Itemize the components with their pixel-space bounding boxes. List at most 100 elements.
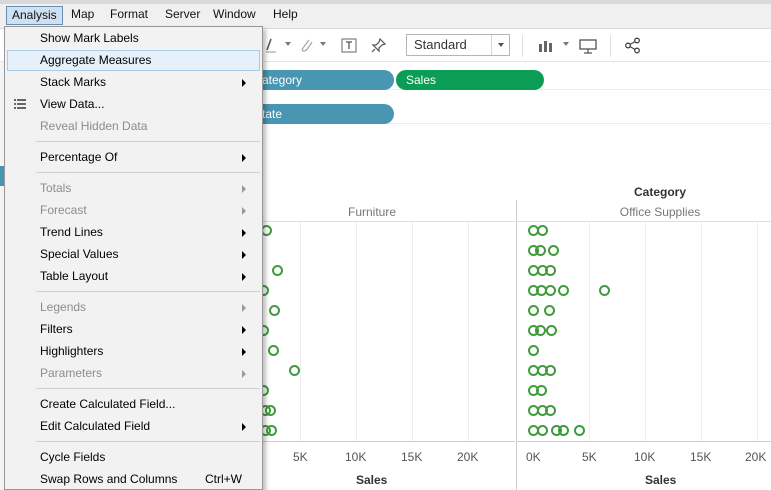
scatter-mark[interactable] <box>528 345 539 356</box>
column-header-office-supplies[interactable]: Office Supplies <box>560 205 760 219</box>
presentation-icon[interactable] <box>579 37 597 54</box>
scatter-mark[interactable] <box>528 305 539 316</box>
menu-item-trend-lines[interactable]: Trend Lines <box>7 222 260 243</box>
chevron-down-icon[interactable] <box>491 35 509 55</box>
menu-item-highlighters[interactable]: Highlighters <box>7 341 260 362</box>
submenu-arrow-icon <box>242 348 246 356</box>
menu-analysis[interactable]: Analysis <box>6 6 63 25</box>
x-tick-label: 0K <box>526 450 541 464</box>
scatter-mark[interactable] <box>536 385 547 396</box>
menu-help[interactable]: Help <box>268 6 303 25</box>
menu-item-label: Stack Marks <box>40 75 107 89</box>
x-tick-label: 15K <box>690 450 712 464</box>
toolbar-divider <box>610 35 611 57</box>
x-tick-label: 10K <box>634 450 656 464</box>
menu-item-label: Create Calculated Field... <box>40 397 176 411</box>
scatter-mark[interactable] <box>537 425 548 436</box>
show-me-dropdown-caret[interactable] <box>563 42 569 46</box>
scatter-mark[interactable] <box>289 365 300 376</box>
menu-format[interactable]: Format <box>105 6 153 25</box>
fit-select[interactable]: Standard <box>406 34 510 56</box>
pin-icon[interactable] <box>370 37 388 54</box>
menu-item-stack-marks[interactable]: Stack Marks <box>7 72 260 93</box>
table-icon <box>14 99 26 109</box>
submenu-arrow-icon <box>242 251 246 259</box>
scatter-mark[interactable] <box>268 345 279 356</box>
scatter-mark[interactable] <box>265 405 276 416</box>
text-box-icon[interactable] <box>340 37 358 54</box>
pen-icon[interactable] <box>263 37 281 54</box>
menu-item-swap-rows-and-columns[interactable]: Swap Rows and Columns Ctrl+W <box>7 469 260 490</box>
state-pill[interactable]: tate <box>252 104 394 124</box>
submenu-arrow-icon <box>242 207 246 215</box>
scatter-mark[interactable] <box>535 325 546 336</box>
menu-item-edit-calculated-field[interactable]: Edit Calculated Field <box>7 416 260 437</box>
menu-bar: Analysis Map Format Server Window Help <box>0 0 771 29</box>
submenu-arrow-icon <box>242 79 246 87</box>
scatter-mark[interactable] <box>545 365 556 376</box>
scatter-mark[interactable] <box>544 305 555 316</box>
menu-item-view-data[interactable]: View Data... <box>7 94 260 115</box>
scatter-mark[interactable] <box>599 285 610 296</box>
gridline <box>645 222 646 442</box>
menu-item-label: Percentage Of <box>40 150 118 164</box>
menu-item-percentage-of[interactable]: Percentage Of <box>7 147 260 168</box>
x-tick-label: 5K <box>293 450 308 464</box>
scatter-mark[interactable] <box>558 425 569 436</box>
submenu-arrow-icon <box>242 229 246 237</box>
menu-item-label: Trend Lines <box>40 225 103 239</box>
menu-map[interactable]: Map <box>66 6 99 25</box>
scatter-mark[interactable] <box>269 305 280 316</box>
paperclip-icon[interactable] <box>298 37 316 54</box>
x-tick-label: 20K <box>745 450 767 464</box>
menu-item-table-layout[interactable]: Table Layout <box>7 266 260 287</box>
menu-item-label: Edit Calculated Field <box>40 419 151 433</box>
scatter-mark[interactable] <box>546 325 557 336</box>
scatter-mark[interactable] <box>545 265 556 276</box>
show-me-icon[interactable] <box>537 37 555 54</box>
columns-shelf[interactable]: ategory Sales <box>252 65 771 90</box>
sales-pill[interactable]: Sales <box>396 70 544 90</box>
scatter-mark[interactable] <box>574 425 585 436</box>
scatter-mark[interactable] <box>558 285 569 296</box>
scatter-mark[interactable] <box>545 405 556 416</box>
state-pill-label: tate <box>262 107 283 121</box>
share-icon[interactable] <box>624 37 642 54</box>
menu-item-create-calculated-field[interactable]: Create Calculated Field... <box>7 394 260 415</box>
submenu-arrow-icon <box>242 273 246 281</box>
rows-shelf[interactable]: tate <box>252 99 771 124</box>
menu-item-special-values[interactable]: Special Values <box>7 244 260 265</box>
menu-separator <box>36 141 260 142</box>
annotate-dropdown-caret[interactable] <box>320 42 326 46</box>
menu-item-reveal-hidden-data: Reveal Hidden Data <box>7 116 260 137</box>
submenu-arrow-icon <box>242 154 246 162</box>
gridline <box>701 222 702 442</box>
menu-item-filters[interactable]: Filters <box>7 319 260 340</box>
menu-item-show-mark-labels[interactable]: Show Mark Labels <box>7 28 260 49</box>
scatter-mark[interactable] <box>266 425 277 436</box>
x-axis-title: Sales <box>645 473 677 487</box>
menu-item-forecast: Forecast <box>7 200 260 221</box>
menu-item-aggregate-measures[interactable]: Aggregate Measures <box>7 50 260 71</box>
scatter-mark[interactable] <box>535 245 546 256</box>
scatter-mark[interactable] <box>548 245 559 256</box>
x-axis-title: Sales <box>356 473 388 487</box>
menu-window[interactable]: Window <box>208 6 261 25</box>
menu-item-label: Legends <box>40 300 87 314</box>
category-pill[interactable]: ategory <box>252 70 394 90</box>
scatter-mark[interactable] <box>537 225 548 236</box>
column-header-furniture[interactable]: Furniture <box>262 205 482 219</box>
pen-dropdown-caret[interactable] <box>285 42 291 46</box>
scatter-mark[interactable] <box>272 265 283 276</box>
menu-server[interactable]: Server <box>160 6 205 25</box>
menu-item-cycle-fields[interactable]: Cycle Fields <box>7 447 260 468</box>
category-header-title: Category <box>633 185 686 199</box>
menu-item-label: Filters <box>40 322 73 336</box>
submenu-arrow-icon <box>242 185 246 193</box>
menu-item-label: Table Layout <box>40 269 109 283</box>
sales-pill-label: Sales <box>406 73 437 87</box>
gridline <box>757 222 758 442</box>
header-divider <box>517 221 771 222</box>
scatter-mark[interactable] <box>545 285 556 296</box>
menu-item-label: Forecast <box>40 203 87 217</box>
